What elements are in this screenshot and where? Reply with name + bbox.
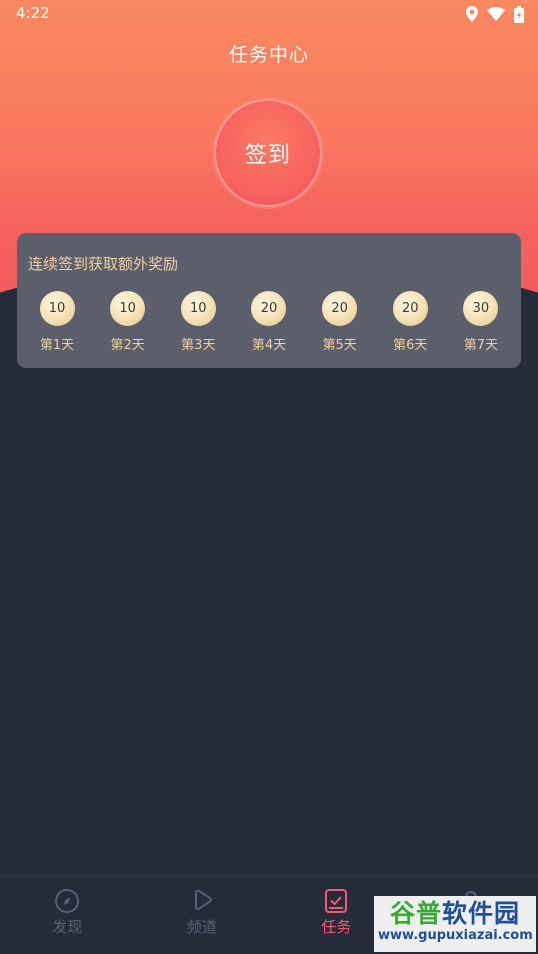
day-label: 第6天 bbox=[393, 338, 428, 353]
nav-item-channel[interactable]: 频道 bbox=[135, 876, 270, 954]
compass-icon bbox=[54, 888, 80, 914]
nav-label: 任务 bbox=[321, 918, 352, 936]
day-item: 20 第4天 bbox=[239, 291, 299, 353]
watermark-logo: 谷普软件园 bbox=[378, 899, 532, 928]
coin-badge: 10 bbox=[39, 291, 75, 326]
day-item: 10 第1天 bbox=[27, 291, 87, 353]
day-label: 第2天 bbox=[110, 338, 145, 353]
page-title: 任务中心 bbox=[228, 44, 309, 66]
watermark-part1: 谷普 bbox=[389, 899, 442, 928]
status-time: 4:22 bbox=[16, 4, 50, 22]
day-label: 第3天 bbox=[181, 338, 216, 353]
day-label: 第1天 bbox=[39, 338, 75, 353]
day-item: 30 第7天 bbox=[451, 291, 511, 353]
day-label: 第4天 bbox=[251, 338, 287, 353]
watermark-url: www.gupuxiazai.com bbox=[378, 928, 533, 943]
day-list: 10 第1天 10 第2天 10 第3天 20 第4天 20 第5天 20 第6… bbox=[27, 291, 511, 353]
task-icon bbox=[323, 888, 349, 914]
day-item: 10 第3天 bbox=[168, 291, 228, 353]
coin-badge: 10 bbox=[180, 291, 216, 326]
status-icons bbox=[466, 4, 524, 24]
day-item: 20 第6天 bbox=[380, 291, 440, 353]
nav-label: 频道 bbox=[186, 918, 217, 936]
nav-item-discover[interactable]: 发现 bbox=[0, 876, 135, 954]
task-center-screen: 4:22 任务中心 签到 连续签到获取额外奖励 10 第1天 10 第2天 10… bbox=[0, 0, 538, 954]
signin-button[interactable]: 签到 bbox=[214, 99, 322, 207]
watermark-part2: 软件园 bbox=[442, 899, 521, 928]
wifi-icon bbox=[487, 7, 505, 21]
watermark: 谷普软件园 www.gupuxiazai.com bbox=[374, 896, 536, 952]
coin-badge: 20 bbox=[322, 291, 358, 326]
nav-label: 发现 bbox=[52, 918, 83, 936]
reward-card: 连续签到获取额外奖励 10 第1天 10 第2天 10 第3天 20 第4天 2… bbox=[17, 233, 521, 368]
coin-badge: 20 bbox=[392, 291, 428, 326]
day-item: 10 第2天 bbox=[98, 291, 158, 353]
day-label: 第7天 bbox=[463, 338, 499, 353]
coin-badge: 30 bbox=[463, 291, 499, 326]
day-label: 第5天 bbox=[322, 338, 357, 353]
reward-title: 连续签到获取额外奖励 bbox=[28, 255, 179, 273]
status-bar: 4:22 bbox=[0, 0, 538, 28]
signin-label: 签到 bbox=[244, 143, 291, 168]
battery-icon bbox=[514, 5, 524, 23]
coin-badge: 20 bbox=[251, 291, 287, 326]
location-icon bbox=[466, 6, 478, 22]
coin-badge: 10 bbox=[110, 291, 146, 326]
play-icon bbox=[189, 888, 215, 914]
day-item: 20 第5天 bbox=[310, 291, 370, 353]
